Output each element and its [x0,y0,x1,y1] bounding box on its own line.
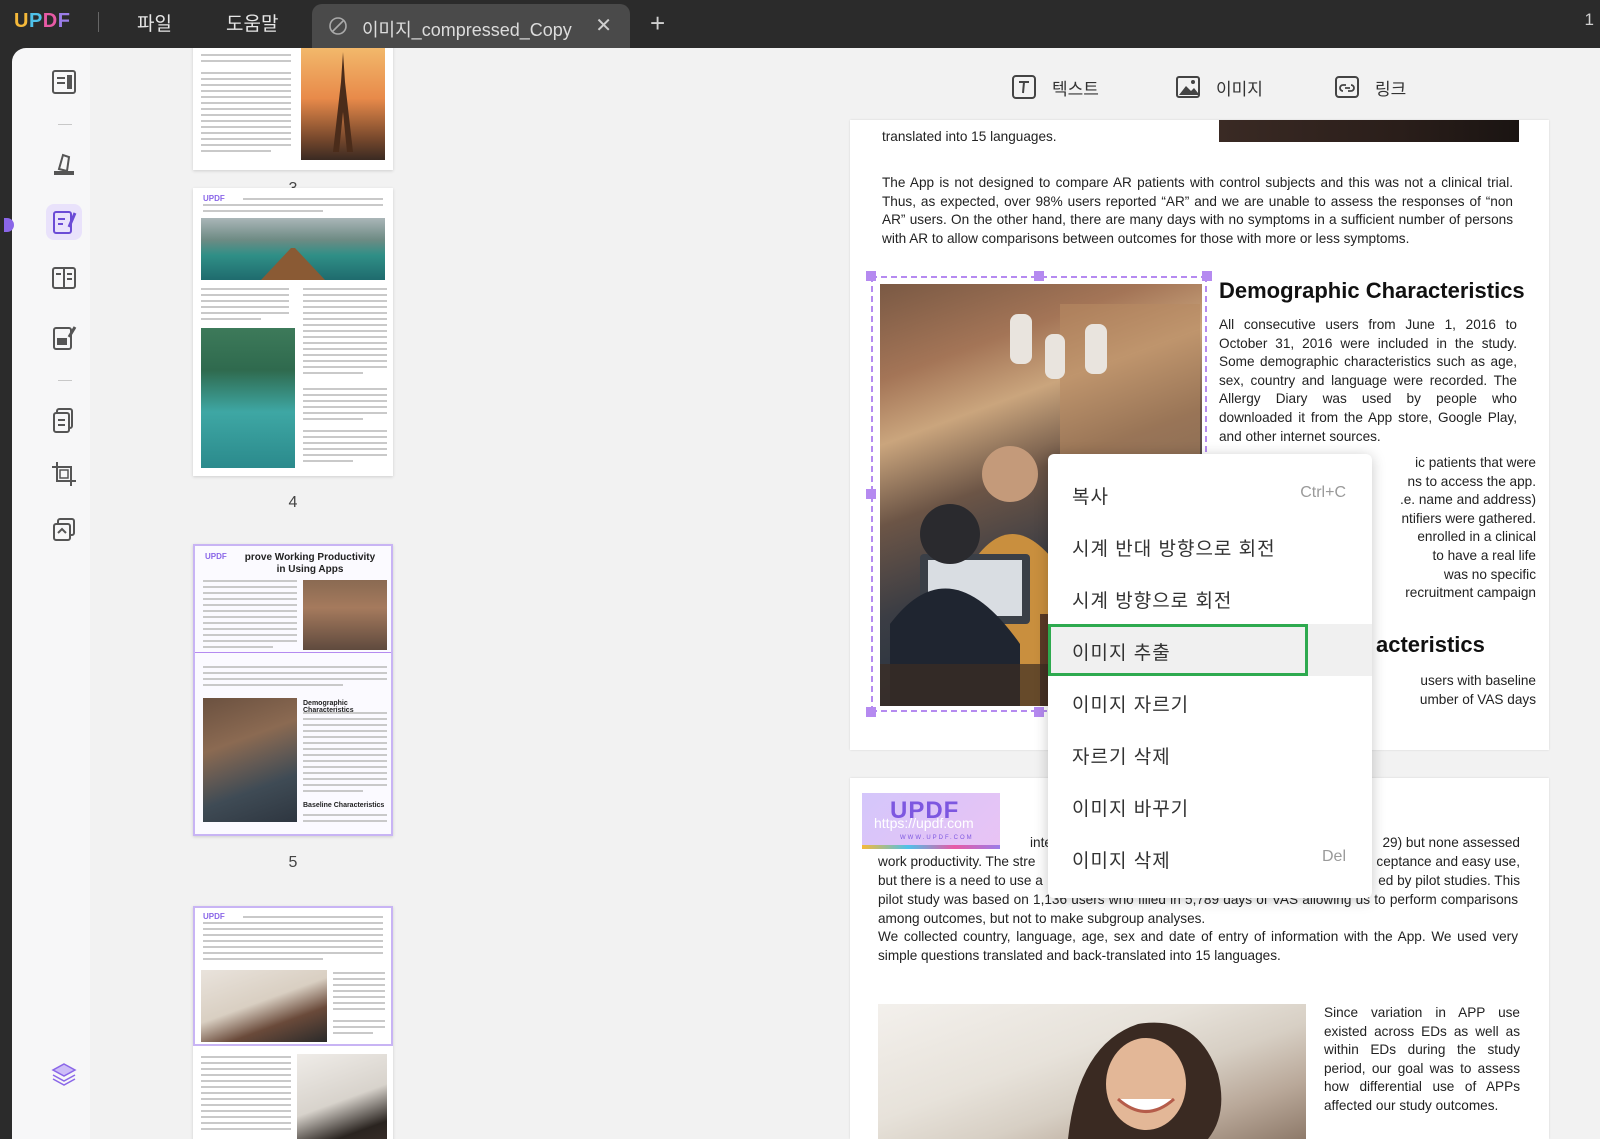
updf-watermark-image[interactable]: UPDF https://updf.com WWW.UPDF.COM [862,793,1000,849]
form-tool[interactable] [46,320,82,356]
text-fragment[interactable]: but there is a need to use a [878,872,1043,891]
layers-tool[interactable] [46,1056,82,1092]
menu-item-copy[interactable]: 복사 Ctrl+C [1048,468,1372,520]
paragraph[interactable]: Since variation in APP use existed acros… [1324,1004,1520,1116]
batch-icon [53,518,75,541]
edit-pdf-icon [53,211,77,234]
batch-tool[interactable] [46,512,82,548]
menu-item-extract-image[interactable]: 이미지 추출 [1048,624,1372,676]
document-image[interactable] [878,1004,1306,1139]
shortcut-label: Del [1321,848,1346,865]
text-fragment[interactable]: ceptance and easy use, [1370,853,1520,872]
resize-handle[interactable] [1034,707,1044,717]
page-text-fragment[interactable]: translated into 15 languages. [882,128,1202,147]
menu-item-crop-image[interactable]: 이미지 자르기 [1048,676,1372,728]
page-thumbnail-selected[interactable]: UPDF prove Working Productivity in Using… [193,544,393,836]
paragraph[interactable]: We collected country, language, age, sex… [878,928,1518,965]
resize-handle[interactable] [866,489,876,499]
section-heading[interactable]: Demographic Characteristics [1219,278,1525,304]
image-tool-icon [1176,76,1200,98]
convert-tool[interactable] [46,402,82,438]
text-fragment[interactable]: 29) but none assessed [1370,834,1520,853]
thumbnail-title: prove Working Productivity [244,552,376,563]
thumbnail-logo: UPDF [203,194,225,203]
menu-item-rotate-cw[interactable]: 시계 방향으로 회전 [1048,572,1372,624]
menu-file[interactable]: 파일 [137,9,172,36]
thumbnail-logo: UPDF [205,552,227,561]
add-link-button[interactable]: 링크 [1333,72,1406,102]
link-tool-icon [1335,76,1359,98]
new-tab-button[interactable]: + [650,8,665,39]
text-fragment[interactable]: ed by pilot studies. This [1370,872,1520,891]
layers-icon [51,1063,77,1086]
document-tab[interactable]: 이미지_compressed_Copy ✕ [312,4,630,48]
app-logo: UPDF [14,10,71,32]
toolbar-divider [58,124,72,125]
menu-item-delete-image[interactable]: 이미지 삭제 Del [1048,832,1372,884]
page-number: 4 [288,494,298,511]
comment-tool[interactable] [46,146,82,182]
resize-handle[interactable] [866,707,876,717]
form-icon [53,326,77,350]
thumbnail-panel: 3 UPDF [90,48,513,1139]
resize-handle[interactable] [1202,271,1212,281]
menu-help[interactable]: 도움말 [226,9,278,36]
reader-tool[interactable] [46,64,82,100]
close-tab-icon[interactable]: ✕ [595,13,612,38]
add-link-label: 링크 [1375,79,1407,99]
reader-icon [52,70,76,94]
title-bar: UPDF 파일 도움말 이미지_compressed_Copy ✕ + 1 [0,0,1600,48]
page-thumbnail[interactable]: UPDF [193,188,393,476]
crop-icon [52,462,76,486]
title-separator [98,12,99,32]
paragraph-fragment[interactable]: users with baseline umber of VAS days [1376,672,1536,709]
image-fragment[interactable] [1219,120,1519,142]
menu-item-rotate-ccw[interactable]: 시계 반대 방향으로 회전 [1048,520,1372,572]
page-thumbnail[interactable]: UPDF [193,906,393,1139]
add-text-button[interactable]: 텍스트 [1010,72,1099,102]
menu-item-delete-crop[interactable]: 자르기 삭제 [1048,728,1372,780]
shortcut-label: Ctrl+C [1300,484,1346,501]
menu-item-replace-image[interactable]: 이미지 바꾸기 [1048,780,1372,832]
resize-handle[interactable] [866,271,876,281]
page-thumbnail[interactable] [193,48,393,170]
text-fragment[interactable]: work productivity. The stre [878,853,1035,872]
watermark-url: https://updf.com [874,815,974,831]
highlighter-icon [54,153,74,175]
paragraph[interactable]: All consecutive users from June 1, 2016 … [1219,316,1517,446]
convert-icon [53,408,73,433]
organize-pages-icon [52,267,76,289]
paragraph[interactable]: The App is not designed to compare AR pa… [882,174,1513,248]
thumbnail-title-2: in Using Apps [276,564,344,575]
watermark-subtext: WWW.UPDF.COM [900,835,974,841]
add-image-label: 이미지 [1216,79,1263,99]
section-heading-fragment[interactable]: acteristics [1376,632,1485,658]
toolbar-divider [58,380,72,381]
woman-photo-scene [1068,1022,1222,1139]
edit-tool[interactable] [46,204,82,240]
thumbnail-logo: UPDF [203,912,225,921]
text-tool-icon [1012,75,1036,99]
thumbnail-subheading-2: Baseline Characteristics [303,802,385,809]
add-text-label: 텍스트 [1052,79,1099,99]
window-indicator: 1 [1584,10,1594,29]
organize-tool[interactable] [46,260,82,296]
image-context-menu: 복사 Ctrl+C 시계 반대 방향으로 회전 시계 방향으로 회전 이미지 추… [1048,454,1372,898]
document-tab-icon [329,17,347,35]
add-image-button[interactable]: 이미지 [1174,72,1263,102]
watermark-color-bar [862,845,1000,849]
page-number: 5 [288,854,298,871]
crop-tool[interactable] [46,456,82,492]
tab-title: 이미지_compressed_Copy [362,20,572,40]
left-toolbar [12,48,90,1139]
resize-handle[interactable] [1034,271,1044,281]
paragraph-fragment[interactable]: ic patients that were ns to access the a… [1376,454,1536,603]
